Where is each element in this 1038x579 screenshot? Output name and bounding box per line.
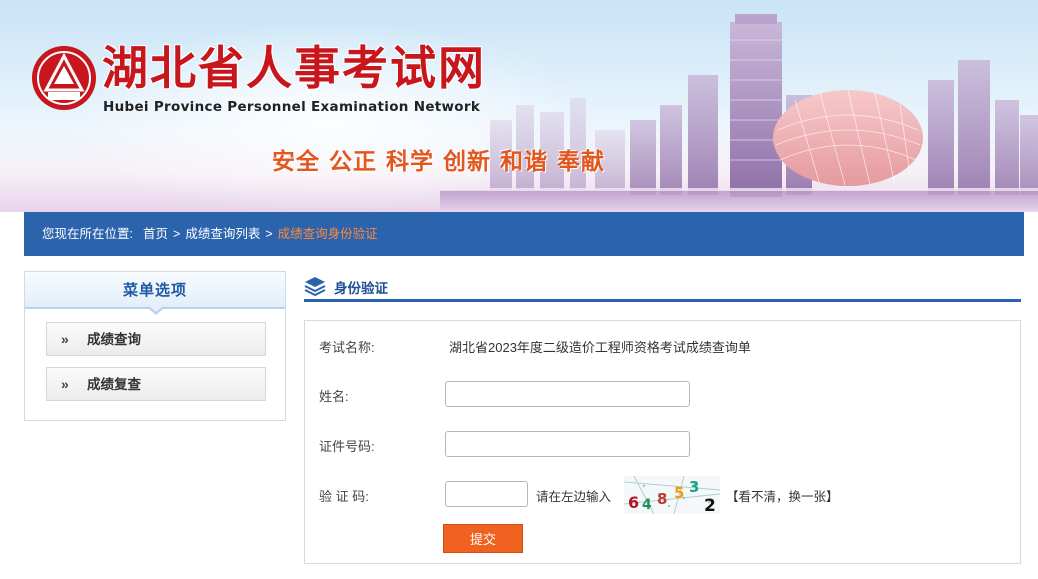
- site-slogan: 安全 公正 科学 创新 和谐 奉献: [272, 149, 606, 175]
- sidebar-item-score-query[interactable]: » 成绩查询: [46, 322, 266, 356]
- captcha-digit: 2: [704, 496, 716, 514]
- captcha-digit: 4: [642, 497, 652, 513]
- id-number-input[interactable]: [445, 431, 690, 457]
- sidebar-title-text: 菜单选项: [122, 282, 187, 299]
- layers-icon: [304, 277, 326, 297]
- sidebar-item-label: 成绩查询: [87, 332, 141, 347]
- name-input[interactable]: [445, 381, 690, 407]
- exam-name-value: 湖北省2023年度二级造价工程师资格考试成绩查询单: [449, 340, 751, 355]
- captcha-hint: 请在左边输入: [536, 490, 612, 504]
- breadcrumb-current: 成绩查询身份验证: [277, 227, 378, 241]
- name-label: 姓名:: [319, 389, 349, 404]
- sidebar-menu: 菜单选项 » 成绩查询 » 成绩复查: [24, 271, 286, 421]
- exam-name-label: 考试名称:: [319, 340, 375, 355]
- breadcrumb: 您现在所在位置: 首页 > 成绩查询列表 > 成绩查询身份验证: [24, 212, 1024, 256]
- captcha-label: 验 证 码:: [319, 489, 369, 504]
- captcha-input[interactable]: [445, 481, 528, 507]
- submit-button[interactable]: 提交: [443, 524, 523, 553]
- breadcrumb-separator: >: [173, 227, 181, 241]
- captcha-digit: 3: [689, 478, 699, 496]
- site-title: 湖北省人事考试网: [102, 41, 486, 95]
- captcha-digit: 8: [657, 490, 667, 508]
- refresh-captcha-link[interactable]: 【看不清，换一张】: [726, 486, 839, 505]
- id-number-label: 证件号码:: [319, 439, 375, 454]
- sidebar-item-score-review[interactable]: » 成绩复查: [46, 367, 266, 401]
- hbpta-logo-icon: [32, 46, 96, 110]
- header-banner: 湖北省人事考试网 Hubei Province Personnel Examin…: [0, 0, 1038, 212]
- breadcrumb-link-score-list[interactable]: 成绩查询列表: [185, 227, 260, 241]
- breadcrumb-separator: >: [265, 227, 273, 241]
- panel-header: 身份验证: [304, 272, 1021, 302]
- captcha-digit: 6: [628, 493, 639, 512]
- breadcrumb-prefix: 您现在所在位置:: [42, 227, 133, 241]
- sidebar-title-notch-inner: [150, 307, 162, 312]
- captcha-digit: 5: [674, 484, 684, 502]
- site-subtitle: Hubei Province Personnel Examination Net…: [103, 99, 481, 115]
- captcha-image[interactable]: 6 4 8 5 3 2: [624, 476, 720, 514]
- sidebar-item-label: 成绩复查: [87, 377, 141, 392]
- panel-title: 身份验证: [334, 281, 388, 296]
- verification-form: 考试名称: 湖北省2023年度二级造价工程师资格考试成绩查询单 姓名: 证件号码…: [304, 320, 1021, 564]
- sidebar-title: 菜单选项: [25, 272, 285, 315]
- double-chevron-right-icon: »: [61, 331, 69, 347]
- double-chevron-right-icon: »: [61, 376, 69, 392]
- breadcrumb-link-home[interactable]: 首页: [143, 227, 168, 241]
